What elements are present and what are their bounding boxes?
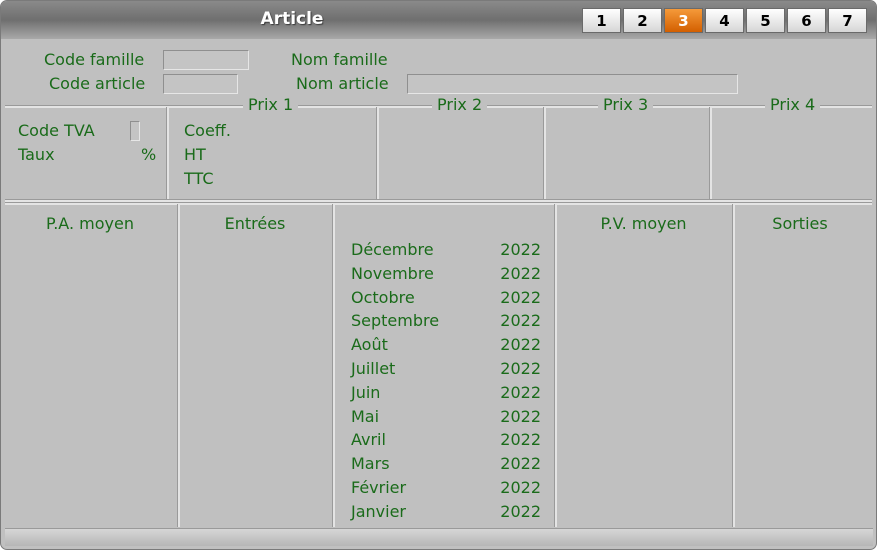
divider	[732, 204, 735, 527]
month-list: Décembre 2022 Novembre 2022 Octobre 2022 Se…	[351, 239, 541, 525]
year-label: 2022	[500, 501, 541, 521]
coeff-label: Coeff.	[184, 121, 231, 140]
code-famille-label: Code famille	[44, 50, 145, 69]
ttc-label: TTC	[184, 169, 214, 188]
code-article-field[interactable]	[163, 74, 238, 94]
prix-4-title: Prix 4	[765, 95, 821, 114]
divider	[376, 107, 379, 199]
page-tabs: 1 2 3 4 5 6 7	[582, 8, 869, 36]
year-label: 2022	[500, 477, 541, 497]
pv-moyen-header: P.V. moyen	[600, 214, 687, 233]
month-label: Juillet	[351, 358, 396, 378]
status-bar	[5, 528, 873, 546]
window-title: Article	[260, 9, 324, 29]
divider	[177, 204, 180, 527]
title-bar: Article 1 2 3 4 5 6 7	[1, 1, 876, 39]
code-article-label: Code article	[49, 74, 146, 93]
list-item: Août 2022	[351, 334, 541, 358]
prix-1-title: Prix 1	[243, 95, 299, 114]
month-label: Août	[351, 335, 388, 355]
article-window: Article 1 2 3 4 5 6 7 Code famille Nom f…	[0, 0, 877, 550]
list-item: Octobre 2022	[351, 287, 541, 311]
code-famille-field[interactable]	[163, 50, 249, 70]
entrees-header: Entrées	[224, 214, 286, 233]
year-label: 2022	[500, 263, 541, 283]
tab-4[interactable]: 4	[705, 8, 744, 33]
prix-3-title: Prix 3	[598, 95, 654, 114]
divider	[543, 107, 546, 199]
nom-famille-label: Nom famille	[291, 50, 388, 69]
nom-article-field[interactable]	[407, 74, 738, 94]
list-item: Avril 2022	[351, 429, 541, 453]
list-item: Février 2022	[351, 477, 541, 501]
list-item: Juin 2022	[351, 382, 541, 406]
tab-7[interactable]: 7	[828, 8, 867, 33]
pa-moyen-header: P.A. moyen	[46, 214, 134, 233]
tab-1[interactable]: 1	[582, 8, 621, 33]
list-item: Septembre 2022	[351, 310, 541, 334]
list-item: Janvier 2022	[351, 501, 541, 525]
list-item: Décembre 2022	[351, 239, 541, 263]
divider	[166, 107, 169, 199]
code-tva-field[interactable]	[130, 121, 140, 141]
month-label: Octobre	[351, 287, 415, 307]
tab-5[interactable]: 5	[746, 8, 785, 33]
month-label: Janvier	[351, 501, 406, 521]
nom-article-label: Nom article	[296, 74, 389, 93]
year-label: 2022	[500, 240, 541, 259]
divider	[709, 107, 712, 199]
month-label: Février	[351, 477, 407, 497]
year-label: 2022	[500, 430, 541, 450]
month-label: Mars	[351, 454, 390, 474]
taux-label: Taux	[18, 145, 55, 164]
month-label: Avril	[351, 430, 386, 450]
list-item: Mai 2022	[351, 406, 541, 430]
year-label: 2022	[500, 454, 541, 474]
sorties-header: Sorties	[772, 214, 828, 233]
year-label: 2022	[500, 335, 541, 355]
ht-label: HT	[184, 145, 206, 164]
percent-label: %	[141, 145, 157, 164]
code-tva-label: Code TVA	[18, 121, 95, 140]
month-label: Décembre	[351, 240, 434, 259]
year-label: 2022	[500, 358, 541, 378]
list-item: Juillet 2022	[351, 358, 541, 382]
year-label: 2022	[500, 406, 541, 426]
divider	[332, 204, 335, 527]
year-label: 2022	[500, 311, 541, 331]
tab-3[interactable]: 3	[664, 8, 703, 33]
divider	[554, 204, 557, 527]
list-item: Novembre 2022	[351, 263, 541, 287]
month-label: Novembre	[351, 263, 434, 283]
month-label: Septembre	[351, 311, 440, 331]
month-label: Juin	[351, 382, 381, 402]
tab-2[interactable]: 2	[623, 8, 662, 33]
list-item: Mars 2022	[351, 453, 541, 477]
stats-section-top-line	[5, 202, 872, 205]
prix-2-title: Prix 2	[432, 95, 488, 114]
tab-6[interactable]: 6	[787, 8, 826, 33]
year-label: 2022	[500, 382, 541, 402]
year-label: 2022	[500, 287, 541, 307]
month-label: Mai	[351, 406, 380, 426]
